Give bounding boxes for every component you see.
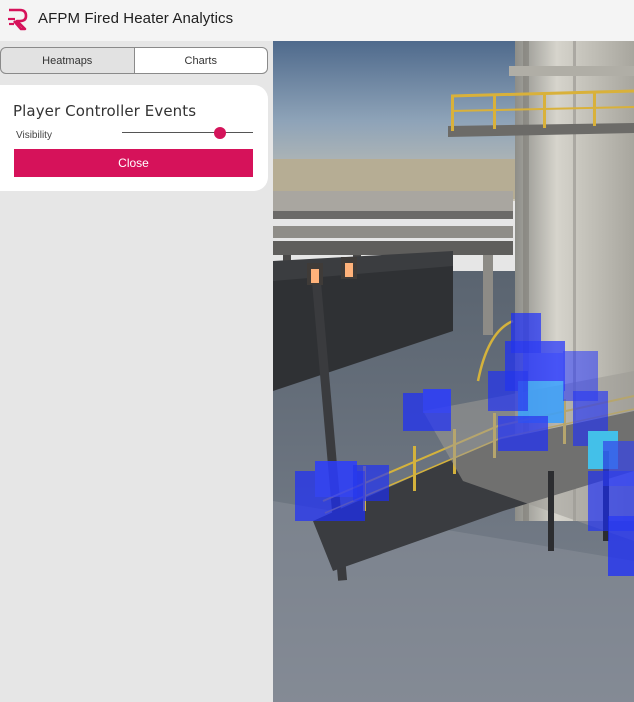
tab-heatmaps[interactable]: Heatmaps: [0, 47, 135, 74]
card-title: Player Controller Events: [13, 102, 197, 120]
visibility-slider[interactable]: [122, 125, 253, 141]
title-bar: AFPM Fired Heater Analytics: [0, 0, 634, 41]
slider-thumb[interactable]: [214, 127, 227, 139]
scene-render[interactable]: [273, 41, 634, 702]
tab-charts[interactable]: Charts: [134, 47, 268, 74]
3d-viewport[interactable]: [273, 41, 634, 702]
visibility-label: Visibility: [16, 130, 52, 141]
app-logo-icon: [8, 8, 28, 31]
tab-bar: Heatmaps Charts: [0, 47, 268, 74]
left-panel: Heatmaps Charts Player Controller Events…: [0, 41, 273, 702]
player-controller-events-card: Player Controller Events Visibility Clos…: [0, 85, 268, 191]
slider-track[interactable]: [122, 132, 253, 133]
app-title: AFPM Fired Heater Analytics: [38, 10, 234, 27]
close-button[interactable]: Close: [14, 149, 253, 177]
